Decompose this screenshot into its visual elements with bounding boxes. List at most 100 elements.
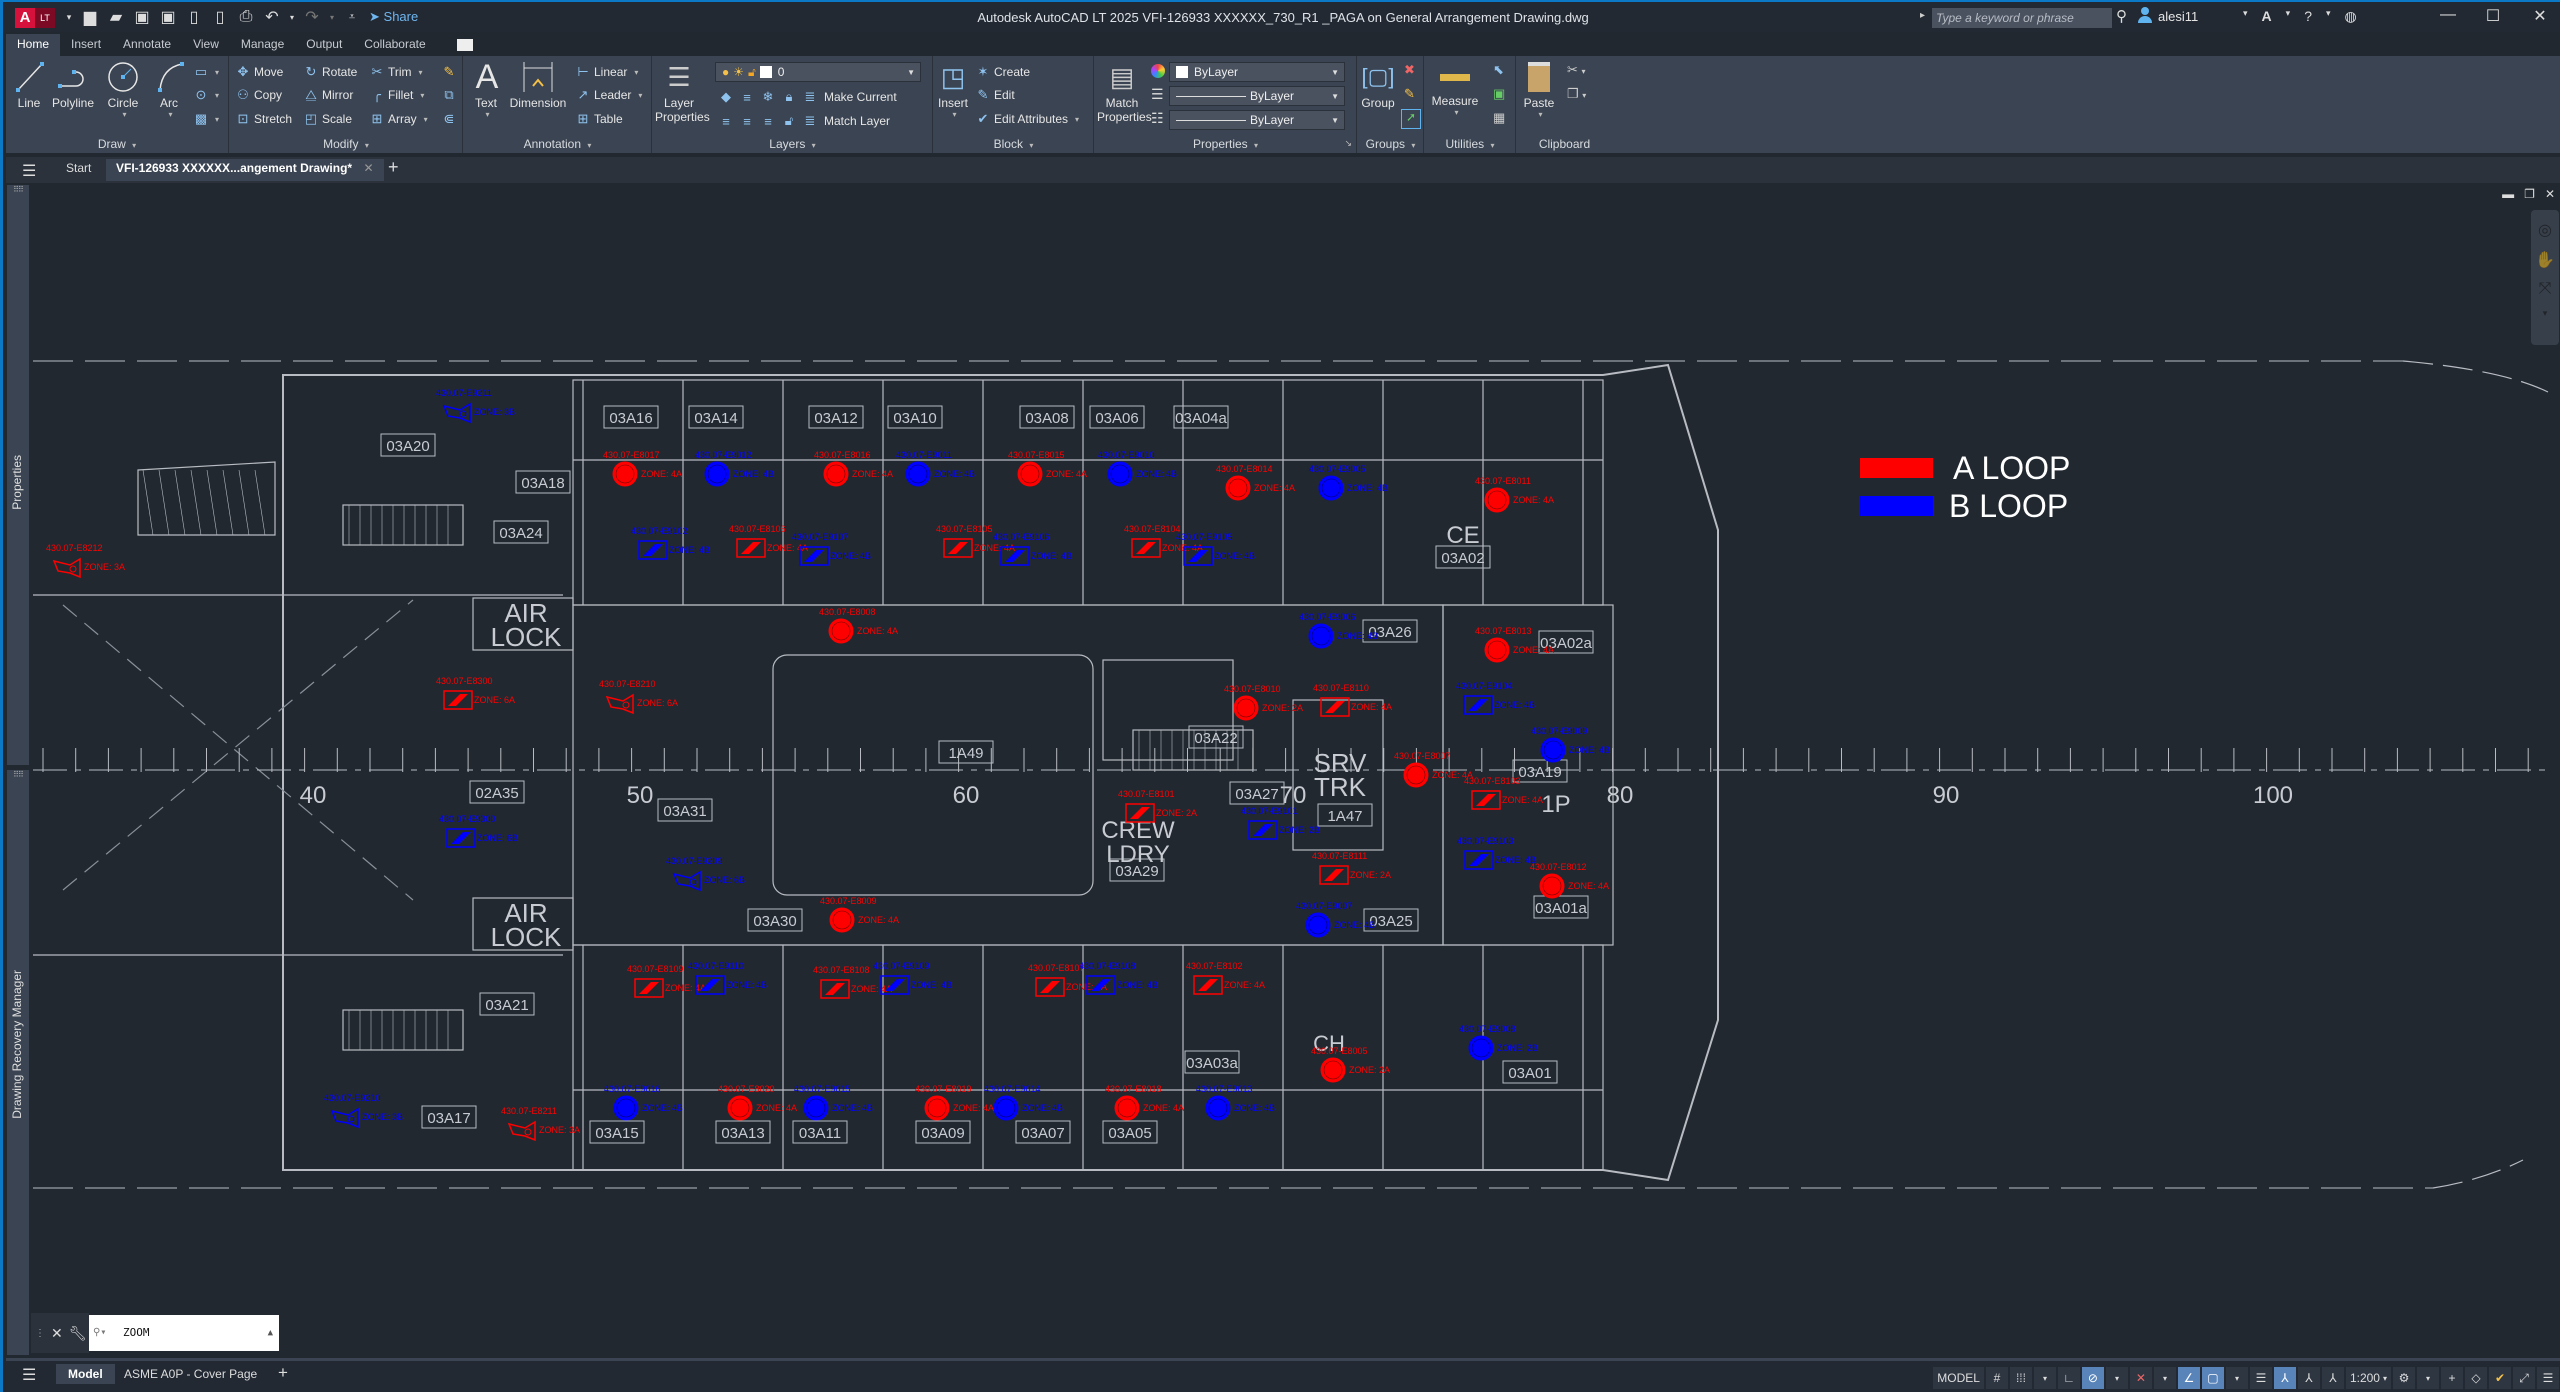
utilities-panel-title[interactable]: Utilities ▾ (1425, 137, 1515, 151)
viewport-minimize-icon[interactable]: ▬ (2502, 187, 2514, 201)
polyline-tool[interactable]: Polyline (50, 60, 96, 110)
command-history-toggle-icon[interactable]: ▲ (268, 1315, 273, 1351)
stretch-tool[interactable]: ⊡ Stretch (236, 111, 292, 127)
copy-tool[interactable]: ⚇ Copy (236, 87, 282, 103)
copy-clip-icon[interactable]: ❐ ▾ (1567, 86, 1586, 102)
tab-collaborate[interactable]: Collaborate (353, 34, 436, 56)
annotation-visibility-icon[interactable]: ⅄ (2273, 1367, 2296, 1389)
tab-current-drawing[interactable]: VFI-126933 XXXXXX...angement Drawing* ✕ (106, 159, 384, 181)
help-dropdown-icon[interactable]: ▾ (2326, 8, 2331, 25)
trim-dropdown-icon[interactable]: ▾ (419, 68, 423, 77)
grid-toggle-icon[interactable]: # (1985, 1367, 2008, 1389)
general-arrangement-drawing[interactable]: 40 50 60 70 80 90 100 03A2003A1803A2403A16 03A1… (31, 185, 2560, 1360)
annotation-panel-title[interactable]: Annotation ▾ (464, 137, 651, 151)
mirror-tool[interactable]: ⧋ Mirror (304, 87, 353, 103)
insert-dropdown-icon[interactable]: ▾ (939, 110, 970, 119)
polar-tracking-icon[interactable]: ⊘ (2081, 1367, 2104, 1389)
paste-tool[interactable]: Paste ▾ (1521, 60, 1557, 119)
steering-wheel-icon[interactable]: ◎ (2531, 220, 2559, 240)
annotation-scale-icon[interactable]: ⅄ (2321, 1367, 2344, 1389)
zoom-extents-icon[interactable]: ⤧ (2531, 280, 2559, 298)
help-icon[interactable]: ? (2304, 8, 2312, 25)
save-icon[interactable]: ▣ (133, 7, 151, 27)
search-input[interactable]: Type a keyword or phrase (1932, 8, 2112, 28)
insert-block-tool[interactable]: ◳ Insert ▾ (936, 60, 970, 119)
model-space-toggle[interactable]: MODEL (1933, 1367, 1984, 1389)
tab-start[interactable]: Start (66, 161, 91, 175)
layer-lock-icon[interactable]: 🔒︎ (782, 89, 796, 105)
customize-qat-icon[interactable]: ⩡ (343, 11, 361, 24)
viewport-restore-icon[interactable]: ❐ (2524, 187, 2535, 201)
open-from-web-icon[interactable]: ▯ (185, 7, 203, 27)
ellipse-tool[interactable]: ⊙ ▾ (194, 87, 219, 103)
recovery-palette-grip-icon[interactable]: ⠿⠿ (7, 770, 29, 779)
snap-mode-icon[interactable]: ⁞⁞⁞ (2009, 1367, 2032, 1389)
lineweight-display-icon[interactable]: ☰ (2249, 1367, 2272, 1389)
redo-icon[interactable]: ↷ (303, 7, 321, 27)
properties-palette[interactable]: ⠿⠿ Properties (7, 185, 29, 765)
layer-unisolate-icon[interactable]: ≡ (740, 114, 754, 129)
search-expand-icon[interactable]: ▸ (1920, 10, 1925, 21)
drawing-canvas[interactable]: 40 50 60 70 80 90 100 03A20 03A18 03A24 03A16 03A1… (31, 185, 2560, 1360)
color-dropdown[interactable]: ByLayer ▼ (1169, 62, 1345, 82)
properties-panel-title[interactable]: Properties ▾ (1095, 137, 1356, 151)
undo-dropdown-icon[interactable]: ▾ (289, 13, 295, 22)
groups-panel-title[interactable]: Groups ▾ (1358, 137, 1423, 151)
tab-insert[interactable]: Insert (60, 34, 112, 56)
plot-icon[interactable]: ⎙ (237, 8, 255, 26)
annotation-scale-dropdown[interactable]: 1:200 ▾ (2345, 1367, 2391, 1389)
modify-panel-title[interactable]: Modify ▾ (230, 137, 462, 151)
layer-on-all-icon[interactable]: ≡ (719, 114, 733, 129)
make-current-icon[interactable]: ≣ (803, 89, 817, 105)
scale-tool[interactable]: ◰ Scale (304, 111, 352, 127)
layer-isolate-icon[interactable]: ≡ (740, 90, 754, 105)
tab-layout-cover-page[interactable]: ASME A0P - Cover Page (124, 1367, 257, 1381)
match-properties-tool[interactable]: ▤ Match Properties (1097, 60, 1152, 124)
text-tool[interactable]: A Text ▾ (470, 60, 502, 119)
app-store-dropdown-icon[interactable]: ▾ (2286, 8, 2291, 25)
tab-view[interactable]: View (182, 34, 230, 56)
navbar-dropdown-icon[interactable]: ▾ (2531, 308, 2559, 319)
redo-dropdown-icon[interactable]: ▾ (329, 13, 335, 22)
tab-manage[interactable]: Manage (230, 34, 295, 56)
group-selection-icon[interactable]: ➚ (1401, 109, 1421, 129)
object-snap-dropdown-icon[interactable]: ▾ (2225, 1367, 2248, 1389)
undo-icon[interactable]: ↶ (263, 7, 281, 27)
rectangle-tool[interactable]: ▭ ▾ (194, 64, 219, 80)
layout-tabs-menu-icon[interactable]: ☰ (22, 1365, 36, 1385)
rectangle-dropdown-icon[interactable]: ▾ (215, 68, 219, 77)
pan-icon[interactable]: ✋ (2531, 250, 2559, 270)
edit-block-tool[interactable]: ✎ Edit (976, 87, 1015, 103)
edit-attributes-tool[interactable]: ✔ Edit Attributes ▾ (976, 111, 1080, 127)
paste-dropdown-icon[interactable]: ▾ (1524, 110, 1557, 119)
autodesk-app-store-icon[interactable]: A (2262, 8, 2272, 25)
fillet-tool[interactable]: ╭ Fillet ▾ (370, 87, 424, 103)
ungroup-icon[interactable]: ✖ (1404, 62, 1415, 78)
properties-dialog-launcher-icon[interactable]: ↘ (1344, 138, 1352, 149)
fillet-dropdown-icon[interactable]: ▾ (420, 91, 424, 100)
user-icon[interactable] (2138, 7, 2152, 23)
user-name[interactable]: alesi11 (2158, 9, 2198, 24)
workspace-switch-icon[interactable]: ⚙ (2393, 1367, 2415, 1389)
drawing-check-icon[interactable]: ✔ (2489, 1367, 2511, 1389)
layers-panel-title[interactable]: Layers ▾ (653, 137, 932, 151)
save-as-icon[interactable]: ▣ (159, 7, 177, 27)
new-layout-button[interactable]: + (278, 1363, 288, 1383)
snap-dropdown-icon[interactable]: ▾ (2033, 1367, 2056, 1389)
ribbon-minimize-toggle[interactable] (456, 39, 473, 51)
clean-screen-icon[interactable]: ⤢ (2513, 1367, 2535, 1389)
command-line-customize-icon[interactable]: 🔧︎ (69, 1325, 87, 1342)
command-history-icon[interactable]: ⚲▾ (93, 1315, 106, 1351)
edit-attributes-dropdown-icon[interactable]: ▾ (1075, 115, 1079, 124)
leader-tool[interactable]: ↗ Leader ▾ (576, 87, 643, 103)
search-icon[interactable]: ⚲ (2116, 7, 2127, 25)
object-snap-tracking-icon[interactable]: ∠ (2177, 1367, 2200, 1389)
leader-dropdown-icon[interactable]: ▾ (638, 91, 642, 100)
arc-tool[interactable]: Arc ▾ (154, 60, 184, 119)
calculator-icon[interactable]: ▦ (1493, 110, 1505, 126)
make-current-button[interactable]: Make Current (824, 90, 897, 104)
linear-dimension-tool[interactable]: ⊢ Linear ▾ (576, 64, 638, 80)
layer-freeze-icon[interactable]: ❄ (761, 89, 775, 105)
hatch-dropdown-icon[interactable]: ▾ (215, 115, 219, 124)
isometric-drafting-icon[interactable]: ✕ (2129, 1367, 2152, 1389)
